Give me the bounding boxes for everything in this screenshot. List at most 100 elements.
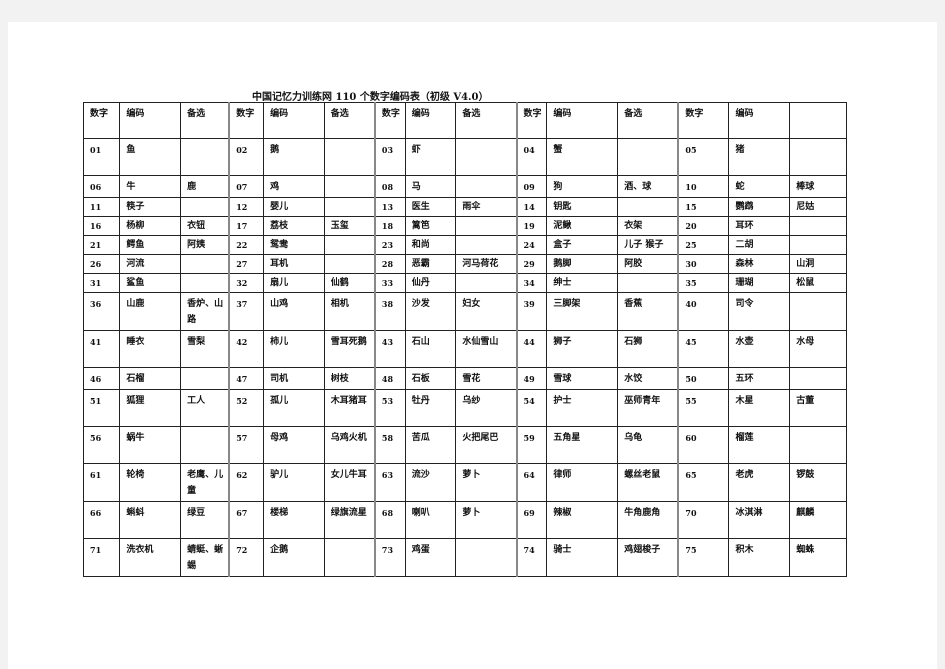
number-cell: 36	[82, 292, 121, 331]
number-cell: 47	[228, 367, 265, 390]
code-cell: 荔枝	[263, 216, 325, 236]
number-cell: 60	[677, 426, 730, 464]
number-cell: 26	[82, 254, 121, 274]
column-header: 数字	[82, 102, 121, 139]
code-cell: 鲨鱼	[119, 273, 182, 293]
alternate-cell: 酒、球	[617, 175, 679, 198]
code-cell: 和尚	[404, 235, 457, 255]
number-cell: 09	[515, 175, 548, 198]
alternate-cell	[789, 216, 847, 236]
code-cell: 珊瑚	[728, 273, 791, 293]
code-cell: 石板	[404, 367, 457, 390]
alternate-cell: 雨伞	[455, 197, 518, 217]
number-cell: 44	[515, 330, 548, 368]
document-title: 中国记忆力训练网 110 个数字编码表（初级 V4.0）	[252, 92, 489, 103]
alternate-cell	[789, 138, 847, 176]
column-header: 编码	[263, 102, 325, 139]
code-cell: 山鸡	[263, 292, 325, 331]
column-header: 备选	[323, 102, 376, 139]
alternate-cell: 鹿	[180, 175, 230, 198]
number-cell: 19	[515, 216, 548, 236]
number-cell: 34	[515, 273, 548, 293]
table-row: 16 杨柳 衣钮 17 荔枝 玉玺 18 篱笆 19 泥鳅 衣架 20 耳环	[82, 216, 847, 236]
number-cell: 31	[82, 273, 121, 293]
code-cell: 猪	[728, 138, 791, 176]
alternate-cell: 牛角鹿角	[617, 501, 679, 539]
column-header: 备选	[617, 102, 679, 139]
number-cell: 62	[228, 463, 265, 502]
code-cell: 石榴	[119, 367, 182, 390]
alternate-cell	[455, 216, 518, 236]
alternate-cell	[180, 426, 230, 464]
alternate-cell: 河马荷花	[455, 254, 518, 274]
number-cell: 61	[82, 463, 121, 502]
column-header: 数字	[677, 102, 730, 139]
code-cell: 喇叭	[404, 501, 457, 539]
code-cell: 恶霸	[404, 254, 457, 274]
alternate-cell	[455, 273, 518, 293]
number-cell: 07	[228, 175, 265, 198]
code-cell: 睡衣	[119, 330, 182, 368]
number-cell: 51	[82, 389, 121, 427]
code-cell: 司令	[728, 292, 791, 331]
alternate-cell: 水仙雪山	[455, 330, 518, 368]
alternate-cell: 仙鹤	[323, 273, 376, 293]
code-cell: 扇儿	[263, 273, 325, 293]
table-row: 61 轮椅 老鹰、儿童 62 驴儿 女儿牛耳 63 流沙 萝卜 64 律师 螺丝老鼠 65 老虎 锣鼓	[82, 463, 847, 502]
column-header: 编码	[404, 102, 457, 139]
alternate-cell: 老鹰、儿童	[180, 463, 230, 502]
code-cell: 泥鳅	[546, 216, 619, 236]
alternate-cell: 乌鸡火机	[323, 426, 376, 464]
code-cell: 冰淇淋	[728, 501, 791, 539]
code-cell: 马	[404, 175, 457, 198]
code-cell: 五环	[728, 367, 791, 390]
alternate-cell	[455, 538, 518, 577]
table-row: 36 山鹿 香炉、山路 37 山鸡 相机 38 沙发 妇女 39 三脚架 香蕉 40 司令	[82, 292, 847, 331]
number-cell: 21	[82, 235, 121, 255]
code-cell: 鸡蛋	[404, 538, 457, 577]
alternate-cell: 锣鼓	[789, 463, 847, 502]
number-cell: 12	[228, 197, 265, 217]
alternate-cell: 衣钮	[180, 216, 230, 236]
number-cell: 15	[677, 197, 730, 217]
number-cell: 03	[373, 138, 406, 176]
table-row: 21 鳄鱼 阿姨 22 鸳鸯 23 和尚 24 盒子 儿子 猴子 25 二胡	[82, 235, 847, 255]
alternate-cell: 巫师青年	[617, 389, 679, 427]
alternate-cell: 女儿牛耳	[323, 463, 376, 502]
code-cell: 苦瓜	[404, 426, 457, 464]
alternate-cell: 香炉、山路	[180, 292, 230, 331]
code-cell: 鳄鱼	[119, 235, 182, 255]
code-cell: 盒子	[546, 235, 619, 255]
code-cell: 牡丹	[404, 389, 457, 427]
code-cell: 孤儿	[263, 389, 325, 427]
table-row: 06 牛鹿 07 鸡 08 马 09 狗酒、球 10 蛇棒球	[82, 175, 847, 198]
code-cell: 婴儿	[263, 197, 325, 217]
number-cell: 67	[228, 501, 265, 539]
number-cell: 66	[82, 501, 121, 539]
code-cell: 鹦鹉	[728, 197, 791, 217]
number-cell: 50	[677, 367, 730, 390]
number-cell: 37	[228, 292, 265, 331]
table-row: 41 睡衣 雪梨 42 柿儿 雪耳死鹅 43 石山 水仙雪山 44 狮子 石狮 45 水壶 水母	[82, 330, 847, 368]
number-cell: 14	[515, 197, 548, 217]
number-cell: 74	[515, 538, 548, 577]
code-cell: 柿儿	[263, 330, 325, 368]
number-cell: 72	[228, 538, 265, 577]
alternate-cell	[323, 235, 376, 255]
alternate-cell: 山洞	[789, 254, 847, 274]
code-cell: 杨柳	[119, 216, 182, 236]
code-cell: 狐狸	[119, 389, 182, 427]
code-cell: 水壶	[728, 330, 791, 368]
alternate-cell	[180, 273, 230, 293]
alternate-cell: 衣架	[617, 216, 679, 236]
code-cell: 钥匙	[546, 197, 619, 217]
alternate-cell: 萝卜	[455, 501, 518, 539]
number-cell: 11	[82, 197, 121, 217]
alternate-cell	[180, 138, 230, 176]
number-cell: 57	[228, 426, 265, 464]
number-cell: 42	[228, 330, 265, 368]
code-cell: 护士	[546, 389, 619, 427]
number-cell: 46	[82, 367, 121, 390]
number-cell: 27	[228, 254, 265, 274]
code-cell: 轮椅	[119, 463, 182, 502]
